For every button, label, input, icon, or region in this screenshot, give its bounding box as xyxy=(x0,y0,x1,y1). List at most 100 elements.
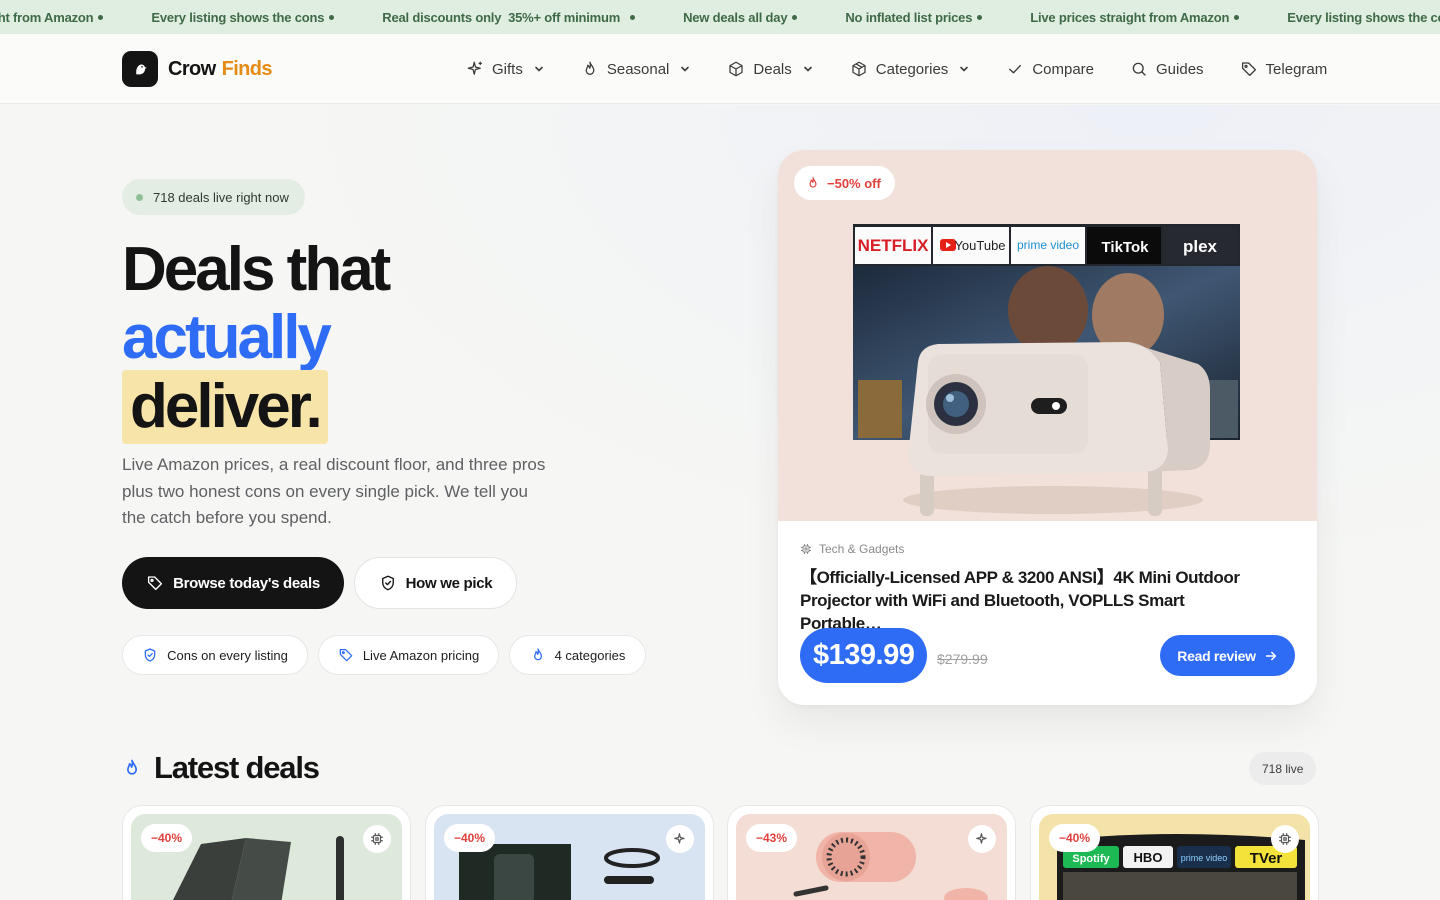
brand-tile-label: HBO xyxy=(1134,850,1163,865)
deal-image: −40% xyxy=(131,814,402,900)
how-we-pick-button[interactable]: How we pick xyxy=(354,557,517,609)
nav-label: Seasonal xyxy=(606,60,670,78)
discount-badge: −40% xyxy=(141,824,193,852)
nav-gifts[interactable]: Gifts xyxy=(466,60,545,78)
deal-card[interactable]: −40% xyxy=(122,805,411,900)
chevron-down-icon xyxy=(960,66,969,72)
logo[interactable]: Crow Finds xyxy=(122,51,273,87)
ticker-item: No inflated list prices xyxy=(845,10,983,25)
deal-image: −40% xyxy=(434,814,705,900)
nav-deals[interactable]: Deals xyxy=(727,60,813,78)
nav-telegram[interactable]: Telegram xyxy=(1240,60,1328,78)
category-label: Tech & Gadgets xyxy=(819,542,905,556)
deal-image: −43% xyxy=(736,814,1007,900)
button-label: How we pick xyxy=(405,574,493,592)
brand-tile-label: Spotify xyxy=(1072,853,1110,865)
brand-tile-label: TVer xyxy=(1250,850,1283,867)
brand-tile-label: NETFLIX xyxy=(858,236,929,255)
shield-check-icon xyxy=(144,648,156,662)
arrow-right-icon xyxy=(1265,651,1276,660)
chip-icon xyxy=(363,825,391,853)
discount-badge: −40% xyxy=(1049,824,1101,852)
featured-product-card[interactable]: NETFLIX YouTube prime video TikTok plex … xyxy=(778,150,1317,705)
nav-label: Gifts xyxy=(492,60,523,78)
brand-tile-label: YouTube xyxy=(954,238,1005,253)
nav-guides[interactable]: Guides xyxy=(1130,60,1204,78)
ticker-item: Real discounts only 35%+ off minimum xyxy=(382,10,636,25)
brand-name: Crow Finds xyxy=(168,57,273,80)
hero-subcopy: Live Amazon prices, a real discount floo… xyxy=(122,455,546,527)
nav-seasonal[interactable]: Seasonal xyxy=(581,60,692,78)
latest-deals-heading: Latest deals xyxy=(122,750,320,786)
projector-illustration: NETFLIX YouTube prime video TikTok plex xyxy=(853,224,1240,516)
ticker-item: Every listing shows the cons xyxy=(1287,9,1440,25)
list-price: $279.99 xyxy=(937,651,988,667)
read-review-button[interactable]: Read review xyxy=(1160,635,1295,676)
feature-cons-listing: Cons on every listing xyxy=(122,635,308,675)
site-header: Crow Finds Gifts Seasonal Deals Categorie… xyxy=(0,34,1440,104)
main-nav: Gifts Seasonal Deals Categories Compare … xyxy=(466,34,1327,104)
flame-icon xyxy=(127,759,137,775)
chip-icon xyxy=(801,544,811,554)
tag-icon xyxy=(148,576,163,591)
feature-categories: 4 categories xyxy=(509,635,646,675)
discount-badge: −40% xyxy=(444,824,496,852)
deal-image: Spotify HBO prime video TVer −40% xyxy=(1039,814,1310,900)
nav-label: Guides xyxy=(1156,60,1204,78)
live-deals-pill: 718 deals live right now xyxy=(122,179,305,215)
browse-deals-button[interactable]: Browse today's deals xyxy=(122,557,344,609)
nav-label: Deals xyxy=(753,60,792,78)
nav-label: Categories xyxy=(875,60,949,78)
deal-card[interactable]: −43% xyxy=(727,805,1016,900)
chevron-down-icon xyxy=(681,66,690,72)
ticker-item: Live prices straight from Amazon xyxy=(1030,10,1240,25)
badge-label: −50% off xyxy=(827,175,881,191)
search-icon xyxy=(1132,62,1146,76)
live-count-badge: 718 live xyxy=(1249,752,1317,785)
announcement-ticker: ght from Amazon Every listing shows the … xyxy=(0,0,1440,34)
button-label: Browse today's deals xyxy=(173,574,320,592)
discount-badge: −43% xyxy=(746,824,798,852)
box-icon xyxy=(852,61,866,77)
nav-categories[interactable]: Categories xyxy=(850,60,971,78)
headline-line-3: deliver. xyxy=(122,370,328,444)
check-icon xyxy=(1009,64,1022,74)
flame-icon xyxy=(585,61,595,75)
ticker-item: ght from Amazon xyxy=(0,10,104,25)
sparkle-icon xyxy=(968,825,996,853)
feature-live-pricing: Live Amazon pricing xyxy=(318,635,499,675)
feature-label: Live Amazon pricing xyxy=(362,647,480,663)
feature-label: 4 categories xyxy=(554,647,626,663)
ticker-item: New deals all day xyxy=(683,10,798,25)
product-category: Tech & Gadgets xyxy=(800,542,904,556)
flame-icon xyxy=(809,177,817,188)
flame-icon xyxy=(533,648,542,661)
nav-label: Telegram xyxy=(1265,60,1328,78)
product-title[interactable]: 【Officially-Licensed APP & 3200 ANSI】4K … xyxy=(800,566,1270,635)
brand-tile-label: TikTok xyxy=(1102,239,1150,256)
headline-line-2: actually xyxy=(122,303,332,372)
brand-tile-label: plex xyxy=(1183,237,1218,256)
deal-card[interactable]: Spotify HBO prime video TVer −40% xyxy=(1030,805,1319,900)
ticker-item: Every listing shows the cons xyxy=(151,10,335,25)
current-price: $139.99 xyxy=(800,628,928,683)
shield-check-icon xyxy=(381,575,394,591)
hero-headline: Deals that actually deliver. xyxy=(122,235,391,444)
brand-tile-label: prime video xyxy=(1017,238,1079,252)
button-label: Read review xyxy=(1177,647,1256,664)
live-pill-label: 718 deals live right now xyxy=(153,189,289,205)
tag-icon xyxy=(1241,62,1256,77)
deal-card[interactable]: −40% xyxy=(425,805,714,900)
section-title: Latest deals xyxy=(154,750,320,785)
brand-tile-label: prime video xyxy=(1181,853,1228,863)
nav-compare[interactable]: Compare xyxy=(1006,60,1094,78)
product-image: NETFLIX YouTube prime video TikTok plex … xyxy=(778,150,1317,521)
box-icon xyxy=(729,61,744,77)
nav-label: Compare xyxy=(1032,60,1095,78)
sparkle-icon xyxy=(467,61,483,75)
chevron-down-icon xyxy=(803,66,812,72)
headline-line-1: Deals that xyxy=(122,235,391,304)
crow-logo-icon xyxy=(122,51,158,87)
live-dot xyxy=(136,193,143,201)
tag-icon xyxy=(339,649,353,662)
